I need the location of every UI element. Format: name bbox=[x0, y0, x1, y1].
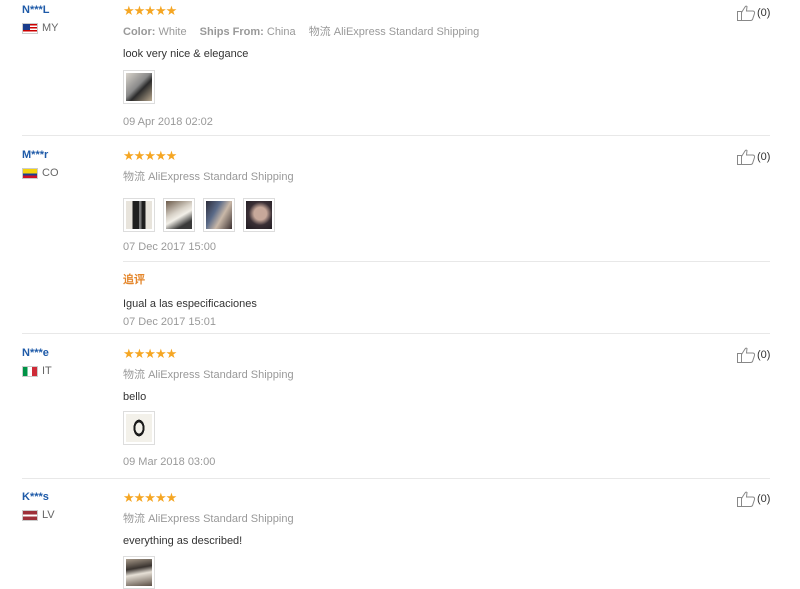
review-date: 09 Apr 2018 02:02 bbox=[123, 116, 213, 128]
review-text: look very nice & elegance bbox=[123, 48, 249, 60]
followup-section: 追评 Igual a las especificaciones 07 Dec 2… bbox=[123, 271, 763, 328]
reviewer-country: LV bbox=[22, 509, 55, 521]
order-info: 物流 AliExpress Standard Shipping bbox=[123, 510, 763, 526]
photo-watch-icon bbox=[126, 73, 152, 101]
reviewer-info: M***r CO bbox=[22, 149, 59, 179]
photo-watch-icon bbox=[126, 201, 152, 229]
review-photo-thumbnail[interactable] bbox=[123, 198, 155, 232]
review-photos bbox=[123, 556, 763, 589]
review-text: everything as described! bbox=[123, 535, 243, 547]
followup-date: 07 Dec 2017 15:01 bbox=[123, 316, 216, 328]
reviewer-name[interactable]: K***s bbox=[22, 491, 55, 503]
flag-lv-icon bbox=[22, 509, 38, 521]
photo-watch-icon bbox=[246, 201, 272, 229]
rating-stars: ★★★★★ bbox=[123, 148, 177, 163]
review-divider bbox=[22, 333, 770, 334]
review-photo-thumbnail[interactable] bbox=[123, 556, 155, 589]
review-photo-thumbnail[interactable] bbox=[203, 198, 235, 232]
review-divider bbox=[22, 135, 770, 136]
rating-stars: ★★★★★ bbox=[123, 490, 177, 505]
thumbs-up-icon bbox=[737, 491, 756, 507]
order-info: 物流 AliExpress Standard Shipping bbox=[123, 366, 763, 382]
country-code: CO bbox=[42, 167, 59, 179]
helpful-button[interactable]: (0) bbox=[737, 347, 770, 363]
review-photo-thumbnail[interactable] bbox=[163, 198, 195, 232]
flag-co-icon bbox=[22, 167, 38, 179]
flag-my-icon bbox=[22, 22, 38, 34]
reviewer-country: MY bbox=[22, 22, 59, 34]
color-label: Color: bbox=[123, 26, 156, 38]
ships-from-value: China bbox=[266, 26, 296, 38]
helpful-button[interactable]: (0) bbox=[737, 5, 770, 21]
review-photos bbox=[123, 198, 763, 232]
review-content: ★★★★★ 物流 AliExpress Standard Shipping be… bbox=[123, 347, 763, 468]
reviewer-country: CO bbox=[22, 167, 59, 179]
flag-it-icon bbox=[22, 365, 38, 377]
review-photo-thumbnail[interactable] bbox=[123, 411, 155, 445]
helpful-count: (0) bbox=[757, 493, 771, 505]
reviewer-name[interactable]: N***L bbox=[22, 4, 59, 16]
helpful-count: (0) bbox=[757, 7, 771, 19]
photo-watch-icon bbox=[126, 414, 152, 442]
rating-stars: ★★★★★ bbox=[123, 3, 177, 18]
reviewer-country: IT bbox=[22, 365, 52, 377]
logistics-label: 物流 bbox=[123, 513, 145, 525]
country-code: MY bbox=[42, 22, 59, 34]
thumbs-up-icon bbox=[737, 149, 756, 165]
reviewer-info: N***L MY bbox=[22, 4, 59, 34]
review-photo-thumbnail[interactable] bbox=[243, 198, 275, 232]
helpful-button[interactable]: (0) bbox=[737, 149, 770, 165]
order-info: Color: White Ships From: China 物流 AliExp… bbox=[123, 23, 763, 39]
thumbs-up-icon bbox=[737, 347, 756, 363]
logistics-label: 物流 bbox=[123, 171, 145, 183]
review-content: ★★★★★ Color: White Ships From: China 物流 … bbox=[123, 4, 763, 128]
reviewer-info: K***s LV bbox=[22, 491, 55, 521]
logistics-label: 物流 bbox=[123, 369, 145, 381]
helpful-count: (0) bbox=[757, 349, 771, 361]
shipping-method: AliExpress Standard Shipping bbox=[148, 369, 294, 381]
reviewer-name[interactable]: N***e bbox=[22, 347, 52, 359]
reviewer-info: N***e IT bbox=[22, 347, 52, 377]
helpful-button[interactable]: (0) bbox=[737, 491, 770, 507]
photo-watch-icon bbox=[126, 559, 152, 586]
reviewer-name[interactable]: M***r bbox=[22, 149, 59, 161]
review-content: ★★★★★ 物流 AliExpress Standard Shipping 07… bbox=[123, 149, 763, 253]
review-date: 07 Dec 2017 15:00 bbox=[123, 241, 216, 253]
country-code: IT bbox=[42, 365, 52, 377]
color-value: White bbox=[158, 26, 187, 38]
shipping-method: AliExpress Standard Shipping bbox=[333, 26, 480, 38]
photo-watch-icon bbox=[206, 201, 232, 229]
review-date: 09 Mar 2018 03:00 bbox=[123, 456, 216, 468]
review-divider bbox=[22, 478, 770, 479]
photo-watch-icon bbox=[166, 201, 192, 229]
rating-stars: ★★★★★ bbox=[123, 346, 177, 361]
review-photos bbox=[123, 70, 763, 104]
followup-label: 追评 bbox=[123, 274, 145, 286]
review-content: ★★★★★ 物流 AliExpress Standard Shipping ev… bbox=[123, 491, 763, 589]
order-info: 物流 AliExpress Standard Shipping bbox=[123, 168, 763, 184]
review-photos bbox=[123, 411, 763, 445]
shipping-method: AliExpress Standard Shipping bbox=[148, 513, 294, 525]
ships-from-label: Ships From: bbox=[199, 26, 264, 38]
helpful-count: (0) bbox=[757, 151, 771, 163]
country-code: LV bbox=[42, 509, 55, 521]
shipping-method: AliExpress Standard Shipping bbox=[148, 171, 294, 183]
review-photo-thumbnail[interactable] bbox=[123, 70, 155, 104]
followup-divider bbox=[123, 261, 770, 262]
thumbs-up-icon bbox=[737, 5, 756, 21]
followup-text: Igual a las especificaciones bbox=[123, 298, 257, 310]
logistics-label: 物流 bbox=[308, 26, 331, 38]
review-text: bello bbox=[123, 391, 147, 403]
